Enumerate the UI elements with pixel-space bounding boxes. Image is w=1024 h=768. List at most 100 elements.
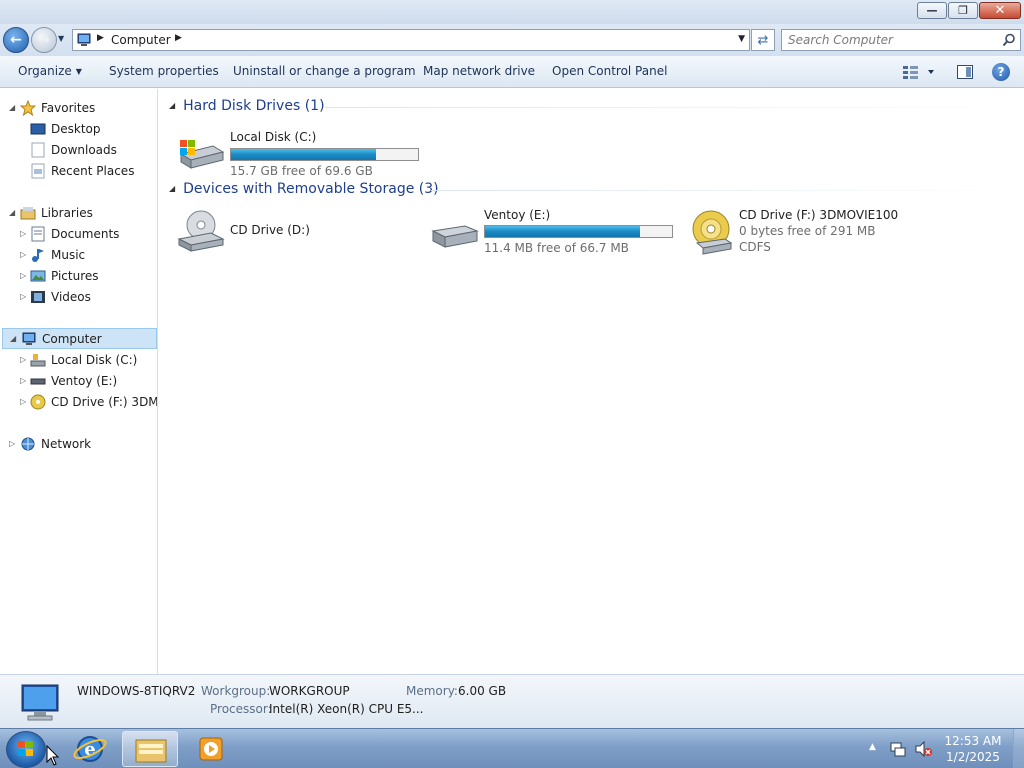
processor-label: Processor: xyxy=(210,702,272,716)
expand-icon[interactable]: ▷ xyxy=(20,376,26,385)
content-pane: ◢ Hard Disk Drives (1) Local Disk (C:) 15… xyxy=(159,89,1024,674)
taskbar-windows-explorer[interactable] xyxy=(122,731,178,767)
search-icon[interactable] xyxy=(1002,33,1016,47)
minimize-button[interactable]: — xyxy=(917,2,947,19)
removable-drive-icon xyxy=(431,225,479,248)
breadcrumb-computer[interactable]: Computer xyxy=(111,33,171,47)
show-hidden-icons-button[interactable]: ▲ xyxy=(869,742,876,752)
drive-local-disk-c[interactable]: Local Disk (C:) 15.7 GB free of 69.6 GB xyxy=(177,126,437,178)
back-button[interactable]: ← xyxy=(3,27,29,53)
cd-drive-icon xyxy=(177,210,225,252)
map-network-drive-button[interactable]: Map network drive xyxy=(423,64,535,78)
folder-icon xyxy=(135,739,167,763)
nav-pictures[interactable]: ▷ Pictures xyxy=(0,265,157,286)
organize-button[interactable]: Organize ▼ xyxy=(18,64,82,78)
nav-music[interactable]: ▷ Music xyxy=(0,244,157,265)
preview-pane-button[interactable] xyxy=(957,65,973,79)
system-properties-button[interactable]: System properties xyxy=(109,64,219,78)
nav-ventoy-e[interactable]: ▷ Ventoy (E:) xyxy=(0,370,157,391)
recent-pages-dropdown[interactable]: ▼ xyxy=(58,34,64,43)
address-row: ← → ▼ ▶ Computer ▶ ▼ ⇄ xyxy=(0,24,1024,56)
organize-label: Organize xyxy=(18,64,72,78)
expand-icon[interactable]: ▷ xyxy=(20,397,26,406)
expand-icon[interactable]: ▷ xyxy=(20,229,26,238)
nav-downloads[interactable]: Downloads xyxy=(0,139,157,160)
processor-value: Intel(R) Xeon(R) CPU E5... xyxy=(269,702,424,716)
collapse-icon[interactable]: ◢ xyxy=(169,184,175,193)
taskbar-media-player[interactable] xyxy=(183,731,239,767)
chevron-down-icon: ▼ xyxy=(75,67,82,76)
show-desktop-button[interactable] xyxy=(1013,729,1024,768)
group-header-hard-disk-drives[interactable]: ◢ Hard Disk Drives (1) xyxy=(169,98,325,114)
expand-icon[interactable]: ▷ xyxy=(9,439,15,448)
group-divider xyxy=(431,190,1015,191)
system-clock[interactable]: 12:53 AM 1/2/2025 xyxy=(940,733,1006,765)
breadcrumb-separator-icon[interactable]: ▶ xyxy=(97,33,104,43)
nav-computer[interactable]: ◢ Computer xyxy=(2,328,157,349)
nav-label: Pictures xyxy=(51,268,99,283)
drive-free-space: 0 bytes free of 291 MB xyxy=(739,224,876,238)
cd-drive-icon xyxy=(30,394,46,409)
nav-videos[interactable]: ▷ Videos xyxy=(0,286,157,307)
close-button[interactable]: ✕ xyxy=(979,2,1021,19)
drive-usage-fill xyxy=(231,149,376,160)
nav-cd-drive-f[interactable]: ▷ CD Drive (F:) 3DMOVIE100 xyxy=(0,391,158,412)
nav-label: Ventoy (E:) xyxy=(51,373,118,388)
drive-ventoy-e[interactable]: Ventoy (E:) 11.4 MB free of 66.7 MB xyxy=(431,208,691,259)
change-view-button[interactable] xyxy=(902,64,934,80)
nav-label: Documents xyxy=(51,226,120,241)
address-dropdown-icon[interactable]: ▼ xyxy=(738,34,745,44)
expand-icon[interactable]: ▷ xyxy=(20,292,26,301)
search-box[interactable] xyxy=(781,29,1021,51)
nav-label: Computer xyxy=(42,331,102,346)
computer-icon xyxy=(21,684,59,721)
drive-cd-d[interactable]: CD Drive (D:) xyxy=(177,207,397,257)
computer-icon xyxy=(77,33,91,46)
nav-label: Desktop xyxy=(51,121,101,136)
volume-muted-icon[interactable] xyxy=(914,740,932,758)
expand-icon[interactable]: ▷ xyxy=(20,271,26,280)
uninstall-program-button[interactable]: Uninstall or change a program xyxy=(233,64,416,78)
nav-favorites[interactable]: ◢ Favorites xyxy=(0,97,157,118)
help-icon: ? xyxy=(997,65,1005,79)
windows-logo-icon xyxy=(18,741,33,756)
navigation-pane: ◢ Favorites Desktop Downloads Recent Pla… xyxy=(0,89,158,674)
nav-label: CD Drive (F:) 3DMOVIE100 xyxy=(51,394,158,409)
clock-date: 1/2/2025 xyxy=(946,750,1000,764)
cd-drive-icon xyxy=(692,210,733,255)
restore-button[interactable]: ❐ xyxy=(948,2,978,19)
network-icon xyxy=(21,437,35,450)
network-tray-icon[interactable] xyxy=(889,740,907,758)
clock-time: 12:53 AM xyxy=(944,734,1002,748)
collapse-icon[interactable]: ◢ xyxy=(9,103,15,112)
open-control-panel-button[interactable]: Open Control Panel xyxy=(552,64,667,78)
drive-cd-f[interactable]: CD Drive (F:) 3DMOVIE100 0 bytes free of… xyxy=(687,208,947,259)
nav-recent-places[interactable]: Recent Places xyxy=(0,160,157,181)
nav-local-disk-c[interactable]: ▷ Local Disk (C:) xyxy=(0,349,157,370)
drive-name: CD Drive (F:) 3DMOVIE100 xyxy=(739,208,899,222)
taskbar-internet-explorer[interactable]: e xyxy=(62,731,118,767)
collapse-icon[interactable]: ◢ xyxy=(169,101,175,110)
forward-arrow-icon: → xyxy=(38,32,50,48)
breadcrumb-separator-icon[interactable]: ▶ xyxy=(175,33,182,43)
nav-network[interactable]: ▷ Network xyxy=(0,433,157,454)
expand-icon[interactable]: ▷ xyxy=(20,355,26,364)
help-button[interactable]: ? xyxy=(992,63,1010,81)
details-pane: WINDOWS-8TIQRV2 Workgroup: WORKGROUP Mem… xyxy=(0,674,1024,728)
nav-desktop[interactable]: Desktop xyxy=(0,118,157,139)
expand-icon[interactable]: ▷ xyxy=(20,250,26,259)
start-button[interactable] xyxy=(6,731,46,768)
nav-libraries[interactable]: ◢ Libraries xyxy=(0,202,157,223)
internet-explorer-icon: e xyxy=(73,736,107,762)
nav-documents[interactable]: ▷ Documents xyxy=(0,223,157,244)
refresh-button[interactable]: ⇄ xyxy=(751,29,775,51)
collapse-icon[interactable]: ◢ xyxy=(10,334,16,343)
group-header-removable-storage[interactable]: ◢ Devices with Removable Storage (3) xyxy=(169,181,439,197)
search-input[interactable] xyxy=(788,32,988,48)
address-bar[interactable]: ▶ Computer ▶ ▼ xyxy=(72,29,750,51)
collapse-icon[interactable]: ◢ xyxy=(9,208,15,217)
window-controls: — ❐ ✕ xyxy=(917,2,1021,19)
downloads-icon xyxy=(31,142,45,157)
workgroup-value: WORKGROUP xyxy=(269,684,350,698)
forward-button[interactable]: → xyxy=(31,27,57,53)
